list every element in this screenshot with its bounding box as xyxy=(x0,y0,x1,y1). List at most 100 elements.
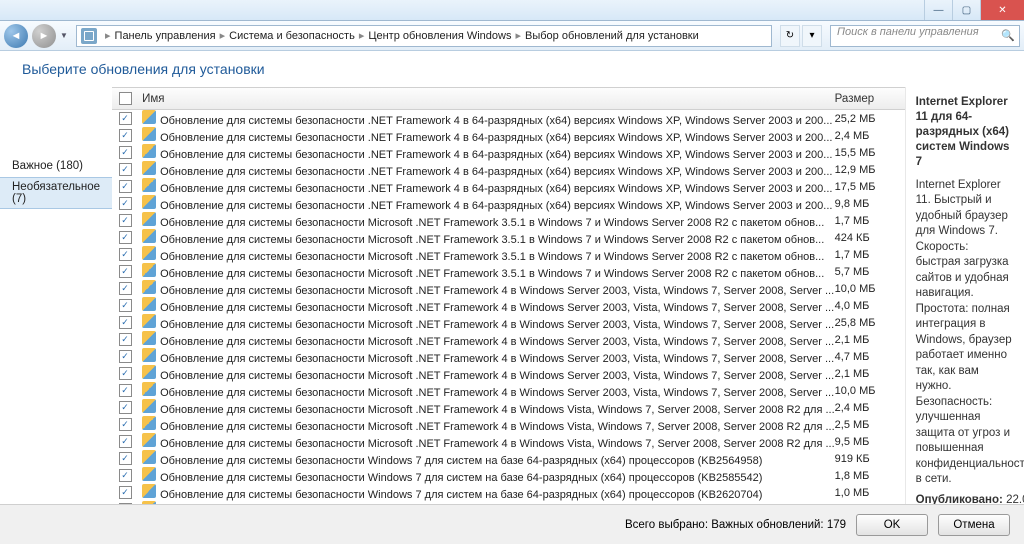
update-icon xyxy=(142,382,156,396)
update-size: 25,8 МБ xyxy=(835,317,905,329)
update-row[interactable]: ✓ Обновление для системы безопасности Mic… xyxy=(112,365,905,382)
history-dropdown-icon[interactable]: ▼ xyxy=(60,31,72,40)
update-name: Обновление для системы безопасности Wind… xyxy=(160,472,762,484)
breadcrumb-item[interactable]: Панель управления xyxy=(115,30,216,42)
refresh-dropdown-icon[interactable]: ▾ xyxy=(802,25,822,47)
grid-body[interactable]: ✓Обновление для системы безопасности .NE… xyxy=(112,110,905,536)
update-row[interactable]: ✓Обновление для системы безопасности Win… xyxy=(112,484,905,501)
update-size: 1,7 МБ xyxy=(835,215,905,227)
update-icon xyxy=(142,433,156,447)
row-checkbox[interactable]: ✓ xyxy=(119,282,132,295)
column-name[interactable]: Имя xyxy=(138,93,835,105)
update-size: 1,0 МБ xyxy=(835,487,905,499)
row-checkbox[interactable]: ✓ xyxy=(119,384,132,397)
row-checkbox[interactable]: ✓ xyxy=(119,367,132,380)
row-checkbox[interactable]: ✓ xyxy=(119,401,132,414)
row-checkbox[interactable]: ✓ xyxy=(119,197,132,210)
category-item[interactable]: Необязательное (7) xyxy=(0,177,112,209)
update-row[interactable]: ✓Обновление для системы безопасности Mic… xyxy=(112,348,905,365)
forward-button[interactable]: ► xyxy=(32,24,56,48)
update-icon xyxy=(142,450,156,464)
breadcrumb-item[interactable]: Система и безопасность xyxy=(229,30,355,42)
row-checkbox[interactable]: ✓ xyxy=(119,231,132,244)
row-checkbox[interactable]: ✓ xyxy=(119,129,132,142)
row-checkbox[interactable]: ✓ xyxy=(119,299,132,312)
update-icon xyxy=(142,484,156,498)
update-name: Обновление для системы безопасности Micr… xyxy=(160,217,824,229)
row-checkbox[interactable]: ✓ xyxy=(119,163,132,176)
row-checkbox[interactable]: ✓ xyxy=(119,316,132,329)
row-checkbox[interactable]: ✓ xyxy=(119,350,132,363)
update-row[interactable]: ✓Обновление для системы безопасности Win… xyxy=(112,450,905,467)
maximize-button[interactable]: ▢ xyxy=(952,0,980,20)
category-item[interactable]: Важное (180) xyxy=(0,157,112,175)
update-row[interactable]: ✓Обновление для системы безопасности .NE… xyxy=(112,195,905,212)
update-row[interactable]: ✓Обновление для системы безопасности Mic… xyxy=(112,416,905,433)
update-row[interactable]: ✓Обновление для системы безопасности Mic… xyxy=(112,263,905,280)
row-checkbox[interactable]: ✓ xyxy=(119,214,132,227)
update-row[interactable]: ✓Обновление для системы безопасности Mic… xyxy=(112,331,905,348)
breadcrumb-item[interactable]: Центр обновления Windows xyxy=(368,30,511,42)
minimize-button[interactable]: — xyxy=(924,0,952,20)
toolbar: ◄ ► ▼ ▸ Панель управления ▸ Система и бе… xyxy=(0,21,1024,51)
update-size: 9,8 МБ xyxy=(835,198,905,210)
row-checkbox[interactable]: ✓ xyxy=(119,418,132,431)
refresh-button[interactable]: ↻ xyxy=(780,25,800,47)
row-checkbox[interactable]: ✓ xyxy=(119,180,132,193)
update-row[interactable]: ✓ Обновление для системы безопасности Mic… xyxy=(112,212,905,229)
update-icon xyxy=(142,195,156,209)
update-row[interactable]: ✓Обновление для системы безопасности Mic… xyxy=(112,399,905,416)
close-button[interactable]: ✕ xyxy=(980,0,1024,20)
footer: Всего выбрано: Важных обновлений: 179 OK… xyxy=(0,504,1024,544)
select-all-checkbox[interactable] xyxy=(119,92,132,105)
update-row[interactable]: ✓Обновление для системы безопасности Mic… xyxy=(112,280,905,297)
update-row[interactable]: ✓Обновление для системы безопасности .NE… xyxy=(112,127,905,144)
breadcrumb-item[interactable]: Выбор обновлений для установки xyxy=(525,30,699,42)
update-row[interactable]: ✓Обновление для системы безопасности Mic… xyxy=(112,297,905,314)
titlebar: — ▢ ✕ xyxy=(0,0,1024,21)
update-row[interactable]: ✓Обновление для системы безопасности Mic… xyxy=(112,246,905,263)
update-size: 919 КБ xyxy=(835,453,905,465)
update-size: 1,7 МБ xyxy=(835,249,905,261)
update-row[interactable]: ✓Обновление для системы безопасности Mic… xyxy=(112,229,905,246)
column-size[interactable]: Размер xyxy=(835,93,905,105)
row-checkbox[interactable]: ✓ xyxy=(119,112,132,125)
row-checkbox[interactable]: ✓ xyxy=(119,435,132,448)
update-row[interactable]: ✓Обновление для системы безопасности Mic… xyxy=(112,314,905,331)
update-icon xyxy=(142,161,156,175)
detail-pane: Internet Explorer 11 для 64-разрядных (x… xyxy=(905,87,1024,536)
update-size: 12,9 МБ xyxy=(835,164,905,176)
update-size: 17,5 МБ xyxy=(835,181,905,193)
row-checkbox[interactable]: ✓ xyxy=(119,486,132,499)
detail-description: Internet Explorer 11. Быстрый и удобный … xyxy=(916,178,1014,488)
row-checkbox[interactable]: ✓ xyxy=(119,248,132,261)
row-checkbox[interactable]: ✓ xyxy=(119,469,132,482)
update-size: 2,1 МБ xyxy=(835,334,905,346)
update-row[interactable]: ✓Обновление для системы безопасности .NE… xyxy=(112,161,905,178)
update-size: 424 КБ xyxy=(835,232,905,244)
update-row[interactable]: ✓ Обновление для системы безопасности Mic… xyxy=(112,433,905,450)
row-checkbox[interactable]: ✓ xyxy=(119,265,132,278)
row-checkbox[interactable]: ✓ xyxy=(119,452,132,465)
cancel-button[interactable]: Отмена xyxy=(938,514,1010,536)
breadcrumb[interactable]: ▸ Панель управления ▸ Система и безопасн… xyxy=(76,25,772,47)
update-row[interactable]: ✓Обновление для системы безопасности Mic… xyxy=(112,382,905,399)
ok-button[interactable]: OK xyxy=(856,514,928,536)
chevron-right-icon: ▸ xyxy=(513,29,523,42)
update-icon xyxy=(142,263,156,277)
row-checkbox[interactable]: ✓ xyxy=(119,146,132,159)
search-input[interactable]: Поиск в панели управления 🔍 xyxy=(830,25,1020,47)
update-row[interactable]: ✓Обновление для системы безопасности .NE… xyxy=(112,144,905,161)
update-row[interactable]: ✓ Обновление для системы безопасности Win… xyxy=(112,467,905,484)
update-name: Обновление для системы безопасности Micr… xyxy=(160,438,835,450)
update-size: 4,0 МБ xyxy=(835,300,905,312)
update-icon xyxy=(142,365,156,379)
row-checkbox[interactable]: ✓ xyxy=(119,333,132,346)
update-icon xyxy=(142,314,156,328)
back-button[interactable]: ◄ xyxy=(4,24,28,48)
update-row[interactable]: ✓Обновление для системы безопасности .NE… xyxy=(112,110,905,127)
update-size: 10,0 МБ xyxy=(835,283,905,295)
update-name: Обновление для системы безопасности Micr… xyxy=(160,370,834,382)
detail-title: Internet Explorer 11 для 64-разрядных (x… xyxy=(916,95,1014,170)
update-row[interactable]: ✓Обновление для системы безопасности .NE… xyxy=(112,178,905,195)
